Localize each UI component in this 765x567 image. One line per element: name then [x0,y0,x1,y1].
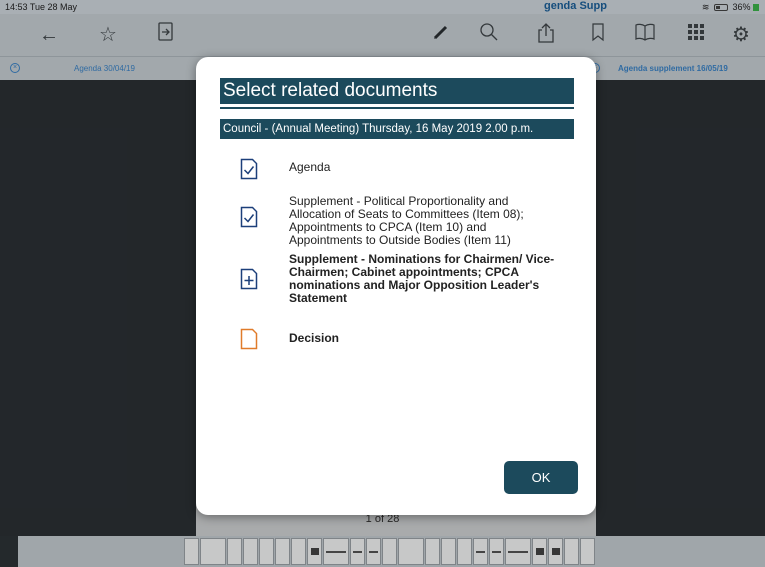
meeting-header: Council - (Annual Meeting) Thursday, 16 … [220,119,574,139]
document-label: Agenda [289,160,331,174]
ok-button[interactable]: OK [504,461,578,494]
dialog-title: Select related documents [220,78,574,104]
document-add-icon [240,268,258,290]
document-check-icon [240,206,258,228]
document-label: Supplement - Political Proportionality a… [289,194,524,247]
document-icon [240,328,258,350]
title-divider [220,107,574,109]
document-check-icon [240,158,258,180]
document-label: Supplement - Nominations for Chairmen/ V… [289,252,555,305]
select-documents-dialog: Select related documents Council - (Annu… [196,57,596,515]
document-label: Decision [289,331,340,345]
